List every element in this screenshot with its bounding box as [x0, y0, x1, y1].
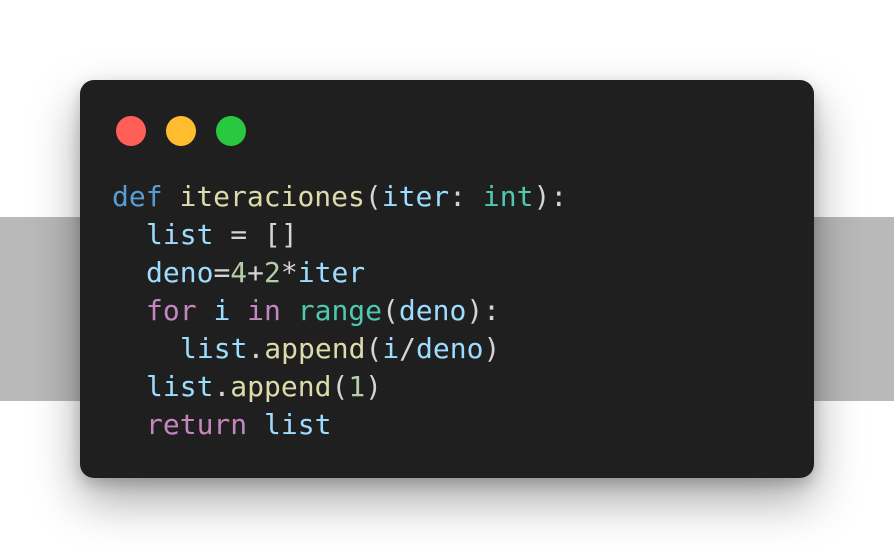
operator-assign: =: [213, 256, 231, 289]
paren-open: (: [382, 294, 399, 327]
colon: :: [449, 180, 467, 213]
operator-plus: +: [247, 256, 265, 289]
number-literal: 1: [348, 370, 366, 403]
minimize-button[interactable]: [166, 116, 196, 146]
paren-close-colon: ):: [533, 180, 568, 213]
number-literal: 2: [264, 256, 281, 289]
paren-close: ): [483, 332, 501, 365]
variable-i: i: [382, 332, 400, 365]
number-literal: 4: [230, 256, 248, 289]
type-annotation: int: [482, 180, 534, 213]
maximize-button[interactable]: [216, 116, 246, 146]
paren-close-colon: ):: [466, 294, 501, 327]
function-name: iteraciones: [179, 180, 365, 213]
code-block: def iteraciones(iter: int): list = [] deno…: [112, 178, 567, 444]
variable-iter: iter: [297, 256, 366, 289]
variable-list: list: [264, 408, 332, 441]
code-line-1: def iteraciones(iter: int):: [112, 178, 567, 216]
code-line-2: list = []: [112, 216, 567, 254]
code-line-4: for i in range(deno):: [112, 292, 567, 330]
dot: .: [247, 332, 265, 365]
operator-multiply: *: [280, 256, 298, 289]
method-append: append: [264, 332, 366, 365]
paren-open: (: [331, 370, 349, 403]
variable-list: list: [146, 370, 214, 403]
keyword-in: in: [247, 294, 281, 327]
variable-deno: deno: [146, 256, 214, 289]
code-line-5: list.append(i/deno): [112, 330, 567, 368]
close-button[interactable]: [116, 116, 146, 146]
code-line-3: deno=4+2*iter: [112, 254, 567, 292]
variable-deno: deno: [398, 294, 467, 327]
operator-divide: /: [399, 332, 417, 365]
paren-open: (: [364, 180, 382, 213]
variable-i: i: [213, 294, 231, 327]
builtin-range: range: [297, 294, 383, 327]
code-line-6: list.append(1): [112, 368, 567, 406]
variable-deno: deno: [416, 332, 484, 365]
method-append: append: [230, 370, 332, 403]
paren-close: ): [365, 370, 383, 403]
keyword-return: return: [146, 408, 248, 441]
dot: .: [213, 370, 231, 403]
paren-open: (: [365, 332, 383, 365]
variable-list: list: [180, 332, 248, 365]
keyword-for: for: [146, 294, 197, 327]
code-window: def iteraciones(iter: int): list = [] deno…: [80, 80, 814, 478]
operator-assign: =: [230, 218, 248, 251]
code-line-7: return list: [112, 406, 567, 444]
variable-list: list: [146, 218, 214, 251]
param-name: iter: [381, 180, 450, 213]
empty-list: []: [264, 218, 298, 251]
keyword-def: def: [112, 180, 163, 213]
